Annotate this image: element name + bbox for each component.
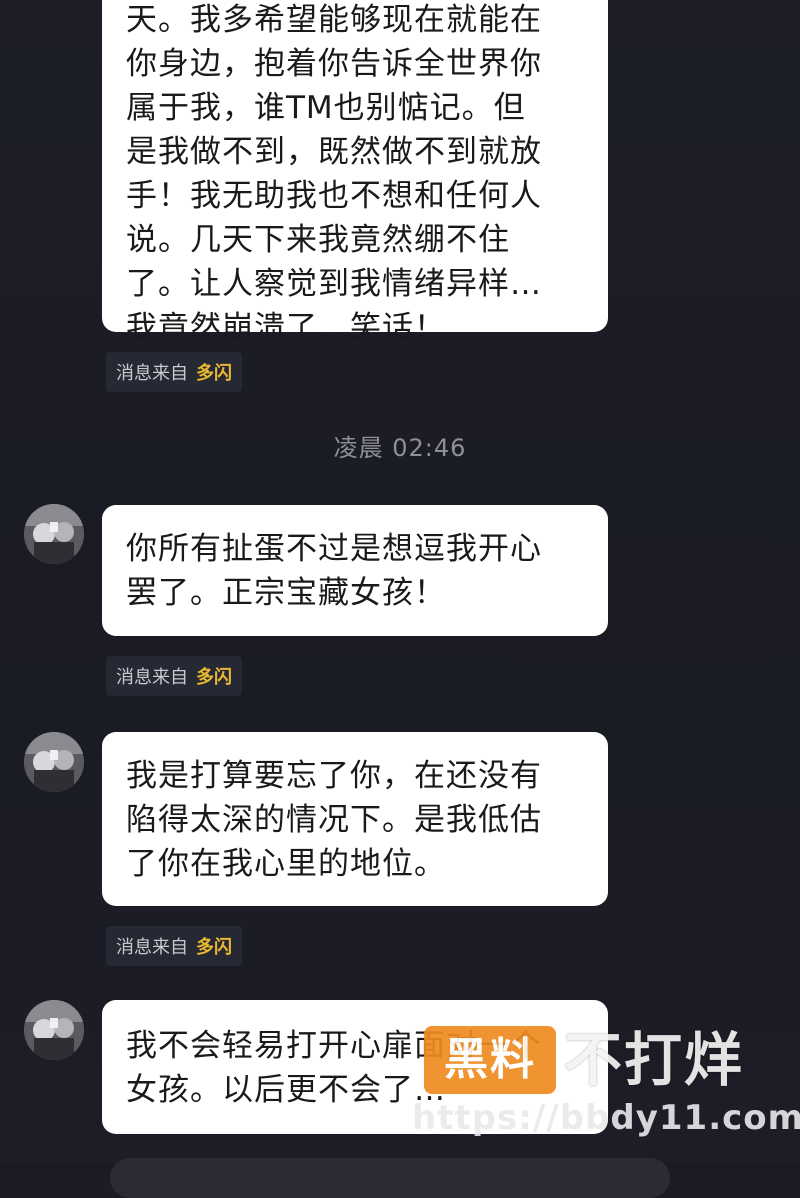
- timestamp: 凌晨 02:46: [333, 434, 467, 462]
- message-source-tag[interactable]: 消息来自 多闪: [106, 656, 242, 696]
- message-text: 说。几天下来我竟然绷不住: [126, 222, 510, 258]
- message-text: 属于我，谁TM也别惦记。但: [126, 90, 526, 126]
- message-text: 我是打算要忘了你，在还没有: [126, 758, 542, 794]
- message-text: 了。让人察觉到我情绪异样…: [126, 266, 542, 302]
- chat-screen: 天。我多希望能够现在就能在 你身边，抱着你告诉全世界你 属于我，谁TM也别惦记。…: [0, 0, 800, 1198]
- message-text: 你所有扯蛋不过是想逗我开心: [126, 531, 542, 567]
- message-text: 陷得太深的情况下。是我低估: [126, 802, 542, 838]
- watermark-url: https://bbdy11.com: [412, 1098, 800, 1138]
- message-bubble[interactable]: 天。我多希望能够现在就能在 你身边，抱着你告诉全世界你 属于我，谁TM也别惦记。…: [102, 0, 608, 346]
- source-prefix: 消息来自: [116, 667, 188, 688]
- contact-avatar[interactable]: [24, 504, 84, 564]
- avatar-image: [24, 1000, 84, 1060]
- source-prefix: 消息来自: [116, 937, 188, 958]
- contact-avatar[interactable]: [24, 1000, 84, 1060]
- contact-avatar[interactable]: [24, 732, 84, 792]
- message-text: 天。我多希望能够现在就能在: [126, 2, 542, 38]
- message-source-tag[interactable]: 消息来自 多闪: [106, 926, 242, 966]
- source-app-name: 多闪: [196, 667, 232, 688]
- source-prefix: 消息来自: [116, 363, 188, 384]
- message-text: 是我做不到，既然做不到就放: [126, 134, 542, 170]
- watermark: 黑料 不打烊 https://bbdy11.com: [412, 1022, 800, 1142]
- watermark-name: 不打烊: [564, 1026, 745, 1094]
- message-source-tag[interactable]: 消息来自 多闪: [106, 352, 242, 392]
- avatar-image: [24, 732, 84, 792]
- source-app-name: 多闪: [196, 363, 232, 384]
- message-bubble[interactable]: 我是打算要忘了你，在还没有 陷得太深的情况下。是我低估 了你在我心里的地位。: [102, 732, 608, 906]
- message-text: 手！我无助我也不想和任何人: [126, 178, 542, 214]
- message-bubble[interactable]: 你所有扯蛋不过是想逗我开心 罢了。正宗宝藏女孩！: [102, 505, 608, 636]
- message-text: 我竟然崩溃了…笑话！: [126, 310, 446, 346]
- message-text: 罢了。正宗宝藏女孩！: [126, 575, 446, 611]
- message-text: 你身边，抱着你告诉全世界你: [126, 46, 542, 82]
- watermark-badge: 黑料: [424, 1026, 556, 1094]
- message-text: 了你在我心里的地位。: [126, 846, 446, 882]
- message-input[interactable]: [110, 1158, 670, 1198]
- source-app-name: 多闪: [196, 937, 232, 958]
- avatar-image: [24, 504, 84, 564]
